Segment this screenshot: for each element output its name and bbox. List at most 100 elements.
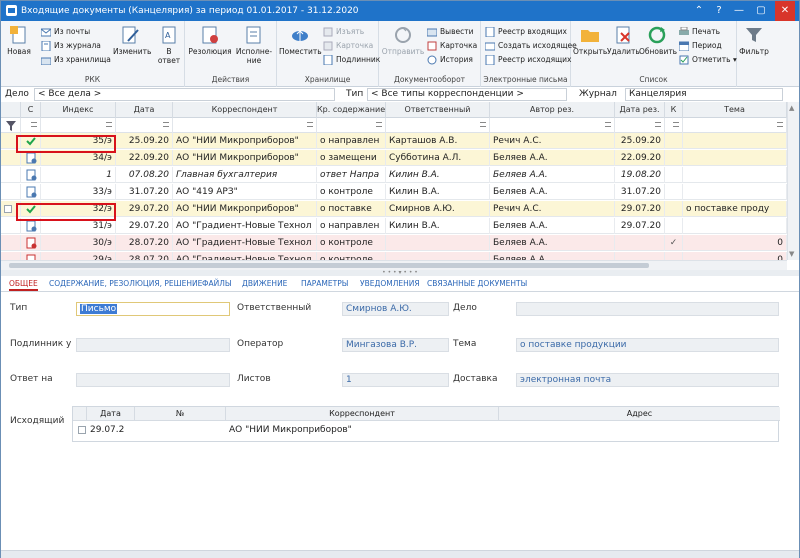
cell-corr[interactable]: Главная бухгалтерия: [173, 167, 317, 183]
cell-summary[interactable]: ответ Напра: [317, 167, 386, 183]
cell-summary[interactable]: о контроле: [317, 235, 386, 251]
filter-cell[interactable]: [21, 118, 41, 133]
history-button[interactable]: История: [427, 54, 473, 66]
cell-date[interactable]: 28.07.20: [116, 235, 173, 251]
reg-out-button[interactable]: Реестр исходящих: [485, 54, 572, 66]
help-button[interactable]: ?: [709, 1, 729, 21]
type-filter-select[interactable]: < Все типы корреспонденции >: [367, 88, 567, 101]
case-filter-select[interactable]: < Все дела >: [34, 88, 335, 101]
tab-content[interactable]: СОДЕРЖАНИЕ, РЕЗОЛЮЦИЯ, РЕШЕНИЕ: [49, 279, 202, 288]
docflow-card-button[interactable]: Карточка: [427, 40, 477, 52]
doc-warning-icon[interactable]: [21, 252, 41, 260]
filter-cell[interactable]: [116, 118, 173, 133]
col-header-res-author[interactable]: Автор рез.: [490, 102, 615, 118]
col-header-date[interactable]: Дата: [116, 102, 173, 118]
sheets-field[interactable]: 1: [342, 373, 449, 387]
cell-rdate[interactable]: 29.07.20: [615, 201, 665, 217]
cell-k[interactable]: [665, 184, 683, 200]
col-header-k[interactable]: К: [665, 102, 683, 118]
delivery-field[interactable]: электронная почта: [516, 373, 779, 387]
cell-corr[interactable]: АО "НИИ Микроприборов": [173, 150, 317, 166]
from-storage-button[interactable]: Из хранилища: [40, 54, 111, 66]
reply-to-field[interactable]: [76, 373, 230, 387]
cell-author[interactable]: Беляев А.А.: [490, 167, 615, 183]
outgoing-row-date[interactable]: 29.07.2: [87, 423, 135, 438]
filter-funnel-icon[interactable]: [1, 118, 21, 133]
cell-rdate[interactable]: 29.07.20: [615, 218, 665, 234]
cell-rdate[interactable]: [615, 252, 665, 260]
cell-resp[interactable]: Килин В.А.: [386, 218, 490, 234]
cell-corr[interactable]: АО "419 АРЗ": [173, 184, 317, 200]
table-row[interactable]: 31/э 29.07.20 АО "Градиент-Новые Технол о н…: [1, 218, 787, 234]
cell-resp[interactable]: [386, 252, 490, 260]
original-button[interactable]: Подлинник: [323, 54, 380, 66]
col-header-topic[interactable]: Тема: [683, 102, 787, 118]
cell-summary[interactable]: о замещени: [317, 150, 386, 166]
filter-cell[interactable]: [615, 118, 665, 133]
cell-resp[interactable]: Карташов А.В.: [386, 133, 490, 149]
cell-topic[interactable]: [683, 184, 787, 200]
tab-notifications[interactable]: УВЕДОМЛЕНИЯ: [360, 279, 420, 288]
cell-date[interactable]: 07.08.20: [116, 167, 173, 183]
cell-rdate[interactable]: [615, 235, 665, 251]
col-header-responsible[interactable]: Ответственный: [386, 102, 490, 118]
cell-topic[interactable]: [683, 167, 787, 183]
period-button[interactable]: Период: [678, 40, 722, 52]
journal-filter-select[interactable]: Канцелярия: [625, 88, 783, 101]
cell-k[interactable]: [665, 218, 683, 234]
filter-cell[interactable]: [683, 118, 787, 133]
responsible-field[interactable]: Смирнов А.Ю.: [342, 302, 449, 316]
extract-button[interactable]: Изъять: [323, 26, 364, 38]
doc-icon[interactable]: [21, 184, 41, 200]
table-row[interactable]: 1 07.08.20 Главная бухгалтерия ответ Напра К…: [1, 167, 787, 183]
cell-resp[interactable]: [386, 235, 490, 251]
col-header-res-date[interactable]: Дата рез.: [615, 102, 665, 118]
cell-date[interactable]: 25.09.20: [116, 133, 173, 149]
table-row[interactable]: 35/э 25.09.20 АО "НИИ Микроприборов" о напр…: [1, 133, 787, 149]
cell-date[interactable]: 31.07.20: [116, 184, 173, 200]
grid-vertical-scrollbar[interactable]: ▲ ▼: [787, 102, 799, 260]
cell-date[interactable]: 29.07.20: [116, 218, 173, 234]
execution-button[interactable]: Исполне-ние: [233, 25, 275, 65]
row-selector[interactable]: [1, 167, 21, 183]
cell-topic[interactable]: [683, 133, 787, 149]
mark-button[interactable]: Отметить ▾: [679, 54, 737, 66]
tab-related-docs[interactable]: СВЯЗАННЫЕ ДОКУМЕНТЫ: [427, 279, 527, 288]
operator-field[interactable]: Мингазова В.Р.: [342, 338, 449, 352]
tab-movement[interactable]: ДВИЖЕНИЕ: [242, 279, 287, 288]
to-reply-button[interactable]: A В ответ: [155, 25, 183, 65]
tab-files[interactable]: ФАЙЛЫ: [202, 279, 231, 288]
cell-summary[interactable]: о направлен: [317, 133, 386, 149]
cell-summary[interactable]: о контроле: [317, 252, 386, 260]
reg-in-button[interactable]: Реестр входящих: [485, 26, 567, 38]
open-button[interactable]: Открыть: [573, 25, 607, 56]
table-row[interactable]: 33/э 31.07.20 АО "419 АРЗ" о контроле Килин …: [1, 184, 787, 200]
outgoing-row-address[interactable]: [499, 423, 780, 438]
close-button[interactable]: ✕: [775, 1, 795, 21]
cell-date[interactable]: 29.07.20: [116, 201, 173, 217]
from-mail-button[interactable]: Из почты: [40, 26, 90, 38]
cell-topic[interactable]: [683, 218, 787, 234]
outgoing-header-number[interactable]: №: [135, 407, 226, 421]
cell-author[interactable]: Беляев А.А.: [490, 184, 615, 200]
filter-cell[interactable]: [665, 118, 683, 133]
cell-topic[interactable]: о поставке проду: [683, 201, 787, 217]
cell-resp[interactable]: Килин В.А.: [386, 167, 490, 183]
col-header-status[interactable]: С: [21, 102, 41, 118]
cell-corr[interactable]: АО "Градиент-Новые Технол: [173, 235, 317, 251]
filter-cell[interactable]: [490, 118, 615, 133]
edit-button[interactable]: Изменить: [113, 25, 151, 56]
refresh-button[interactable]: Обновить: [639, 25, 677, 56]
filter-button[interactable]: Фильтр: [739, 25, 769, 56]
resolution-button[interactable]: Резолюция: [187, 25, 233, 56]
outgoing-header-correspondent[interactable]: Корреспондент: [226, 407, 499, 421]
cell-summary[interactable]: о контроле: [317, 184, 386, 200]
print-button[interactable]: Печать: [679, 26, 720, 38]
minimize-button[interactable]: —: [729, 1, 749, 21]
cell-rdate[interactable]: 31.07.20: [615, 184, 665, 200]
maximize-button[interactable]: ▢: [751, 1, 771, 21]
cell-resp[interactable]: Килин В.А.: [386, 184, 490, 200]
cell-rdate[interactable]: 22.09.20: [615, 150, 665, 166]
tab-parameters[interactable]: ПАРАМЕТРЫ: [301, 279, 348, 288]
grid-header-settings[interactable]: [1, 102, 21, 118]
